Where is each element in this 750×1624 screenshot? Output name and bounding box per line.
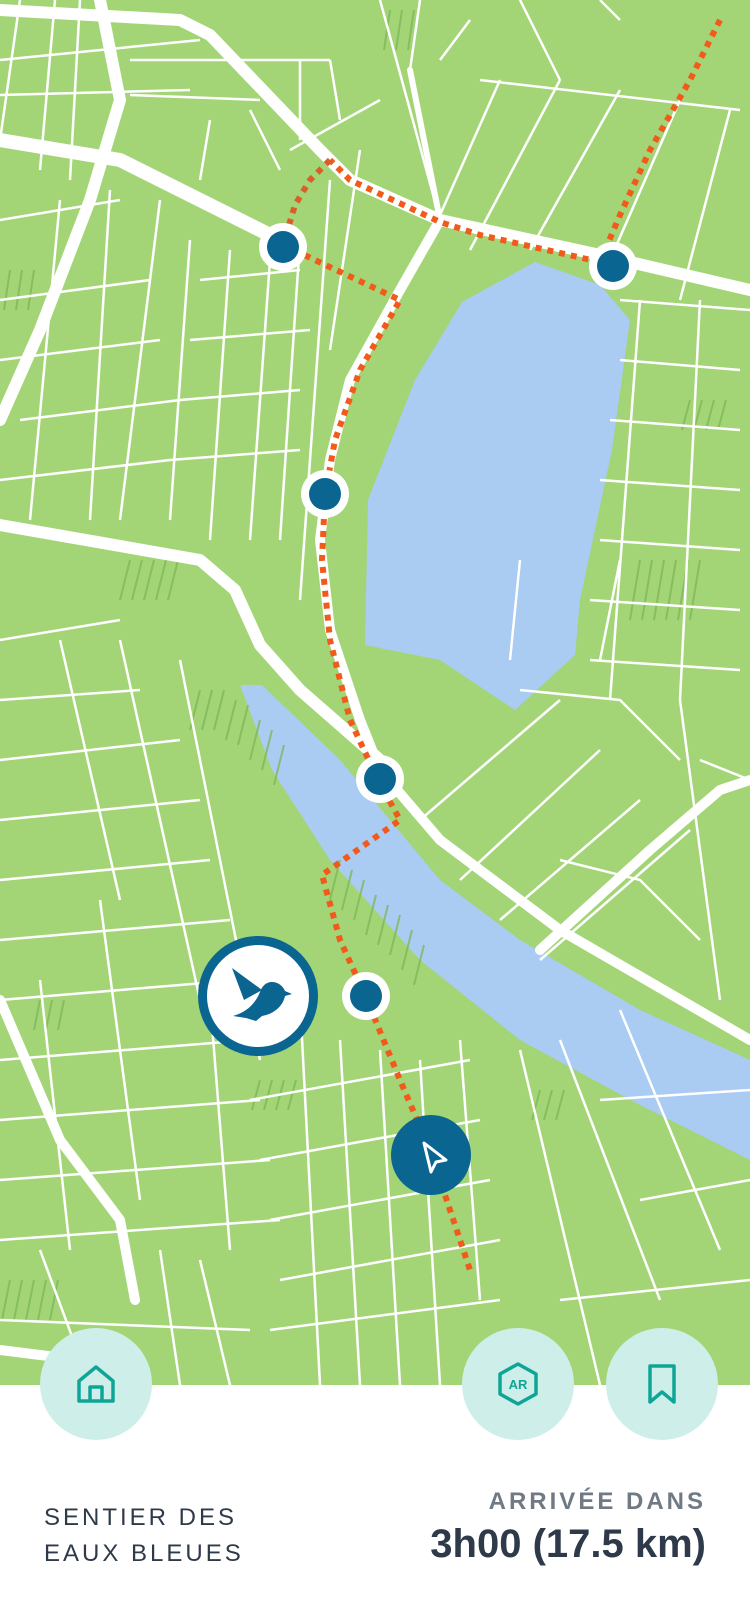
main-roads [0, 0, 750, 1365]
map-canvas [0, 0, 750, 1385]
home-button[interactable] [40, 1328, 152, 1440]
lake [365, 262, 630, 710]
forest-hatching [1, 9, 727, 1321]
trail-name-line1: SENTIER DES [44, 1504, 238, 1531]
minor-streets [0, 0, 750, 1385]
current-position-marker[interactable] [391, 1115, 471, 1195]
trail-name: SENTIER DES EAUX BLEUES [44, 1500, 244, 1572]
ar-label: AR [509, 1377, 528, 1392]
trail-name-line2: EAUX BLEUES [44, 1540, 244, 1567]
bookmark-icon [648, 1364, 676, 1404]
ar-view-button[interactable]: AR [462, 1328, 574, 1440]
eta-value: 3h00 (17.5 km) [430, 1522, 706, 1566]
bookmark-button[interactable] [606, 1328, 718, 1440]
map-view[interactable] [0, 0, 750, 1385]
bird-poi-marker[interactable] [198, 936, 318, 1056]
ar-cube-icon: AR [498, 1362, 538, 1406]
eta-label: ARRIVÉE DANS [488, 1488, 706, 1515]
home-icon [77, 1365, 115, 1403]
